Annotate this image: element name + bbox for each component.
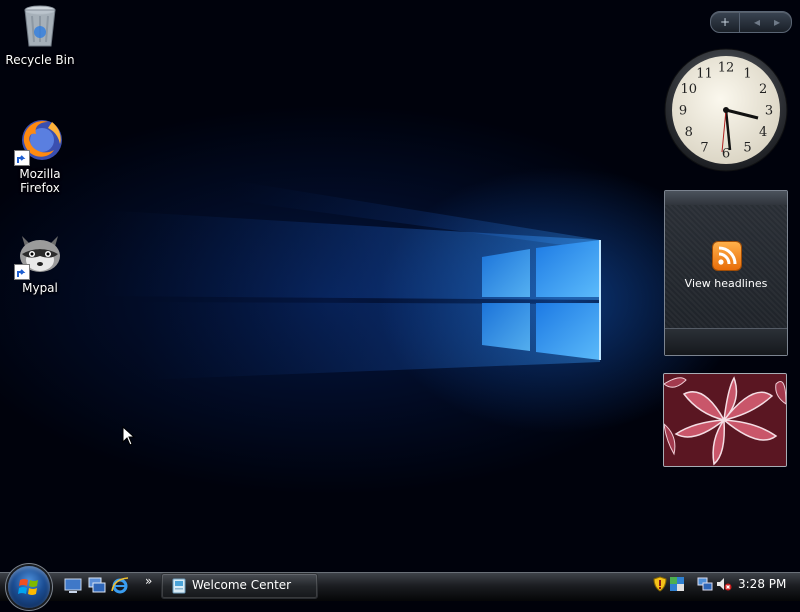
start-button[interactable]	[8, 566, 50, 608]
clock-numeral: 2	[759, 82, 767, 97]
desktop-icon-mypal[interactable]: Mypal	[0, 230, 82, 295]
clock-numeral: 7	[700, 141, 708, 156]
show-desktop-button[interactable]	[64, 576, 82, 594]
add-gadget-button[interactable]: +	[711, 12, 740, 32]
welcome-center-icon	[172, 578, 186, 594]
previous-gadgets-button[interactable]: ◂	[747, 12, 767, 32]
show-desktop-icon	[64, 578, 82, 593]
mypal-raccoon-icon	[14, 230, 64, 280]
clock-numeral: 1	[743, 66, 751, 81]
desktop-icon-label: Mypal	[22, 281, 58, 295]
desktop-icon-label: Recycle Bin	[5, 53, 75, 67]
clock-numeral: 10	[681, 82, 698, 97]
sidebar-controls: + ◂ ▸	[710, 11, 792, 33]
mouse-pointer-icon	[122, 426, 136, 446]
clock-numeral: 12	[718, 61, 735, 76]
security-shield-icon[interactable]	[652, 576, 668, 592]
windows-logo-icon	[18, 579, 38, 595]
switch-windows-icon	[88, 577, 106, 593]
internet-explorer-button[interactable]	[111, 576, 129, 594]
switch-windows-button[interactable]	[88, 576, 106, 594]
taskbar-clock[interactable]: 3:28 PM	[738, 577, 786, 591]
clock-numeral: 4	[759, 125, 767, 140]
clock-numeral: 9	[679, 104, 687, 119]
clock-numeral: 5	[743, 141, 751, 156]
feed-headlines-gadget[interactable]: View headlines	[664, 190, 788, 356]
volume-muted-icon[interactable]	[716, 576, 732, 592]
taskbar-button-label: Welcome Center	[192, 578, 292, 592]
recycle-bin-icon	[16, 2, 64, 50]
quick-launch-overflow-button[interactable]: »	[145, 574, 152, 588]
network-connection-icon[interactable]	[697, 576, 713, 592]
desktop-icon-recycle-bin[interactable]: Recycle Bin	[0, 2, 82, 67]
slideshow-photo	[664, 374, 786, 466]
shortcut-arrow-icon	[14, 264, 30, 280]
clock-gadget[interactable]: 12 1234567891011	[664, 48, 788, 172]
feed-gadget-top-bar	[665, 191, 787, 205]
network-icon[interactable]	[669, 576, 685, 592]
taskbar-button-welcome-center[interactable]: Welcome Center	[161, 573, 318, 599]
desktop-icon-label: Mozilla Firefox	[19, 167, 61, 195]
feed-gadget-bottom-bar	[665, 328, 787, 355]
slideshow-gadget[interactable]	[663, 373, 787, 467]
internet-explorer-icon	[111, 577, 129, 594]
desktop-icon-firefox[interactable]: Mozilla Firefox	[0, 116, 82, 195]
clock-numeral: 8	[685, 125, 693, 140]
rss-icon	[713, 242, 741, 270]
view-headlines-link[interactable]: View headlines	[665, 277, 787, 290]
shortcut-arrow-icon	[14, 150, 30, 166]
clock-numeral: 3	[765, 104, 773, 119]
next-gadgets-button[interactable]: ▸	[767, 12, 787, 32]
clock-numeral: 11	[696, 66, 713, 81]
firefox-icon	[14, 116, 64, 166]
